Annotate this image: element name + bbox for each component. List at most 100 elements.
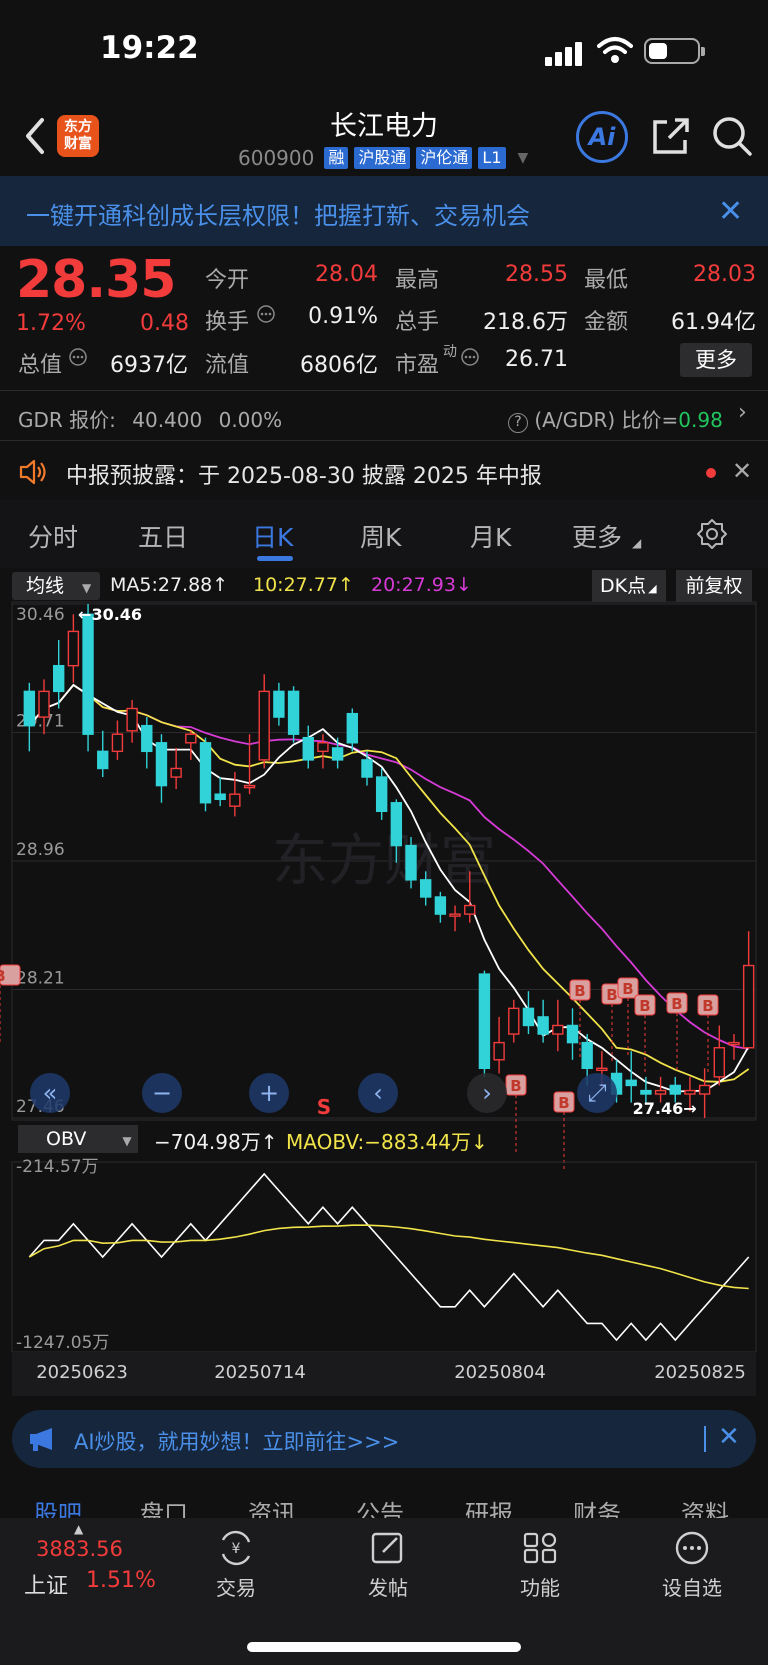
tab-weekly-k[interactable]: 周K [360, 518, 401, 554]
candle-body [199, 742, 212, 804]
obv-frame [11, 1161, 757, 1353]
gear-icon[interactable] [696, 518, 728, 550]
candle-body [537, 1016, 549, 1035]
pe-value: 26.71 [505, 347, 568, 372]
caret-up-icon[interactable]: ▲ [74, 1522, 83, 1536]
x-tick-label: 20250825 [654, 1362, 746, 1383]
ma10-label: 10:27.77↑ [253, 574, 354, 596]
index-change[interactable]: 1.51% [86, 1568, 156, 1593]
tab-daily-k[interactable]: 日K [252, 518, 293, 554]
candle-body [420, 879, 432, 898]
gdr-price: 40.400 [132, 408, 203, 432]
candle-body [23, 690, 36, 727]
zoom-in-icon-glyph: + [259, 1079, 279, 1107]
candle-body [214, 793, 226, 801]
candle-body [390, 802, 403, 847]
info-dots-icon[interactable] [68, 347, 88, 367]
gdr-ratio-value: 0.98 [678, 408, 723, 432]
unread-dot [706, 468, 716, 478]
caret-icon: ◢ [648, 582, 657, 595]
high-value: 28.55 [505, 262, 568, 287]
change-percent: 1.72% [16, 311, 86, 336]
candle-body [53, 664, 65, 693]
candle-body [464, 904, 476, 915]
dk-point-button[interactable]: DK点 ◢ [592, 570, 666, 602]
candle-body [82, 613, 94, 735]
nav-post[interactable]: 发帖 [338, 1522, 438, 1601]
notice-text[interactable]: 中报预披露：于 2025-08-30 披露 2025 年中报 [66, 458, 542, 490]
nav-add-watchlist[interactable]: 设自选 [642, 1522, 742, 1601]
y-tick-label: 30.46 [16, 605, 65, 625]
tab-intraday[interactable]: 分时 [28, 518, 78, 554]
gdr-label: GDR 报价: [18, 408, 116, 432]
candle-body [478, 973, 491, 1070]
buy-marker-text: B [702, 997, 713, 1015]
share-icon[interactable] [651, 116, 691, 156]
candle-body [698, 1084, 711, 1095]
adjust-button[interactable]: 前复权 [676, 570, 752, 602]
candle-body [405, 844, 417, 881]
candle-body [141, 724, 153, 753]
buy-marker-text: B [510, 1077, 521, 1095]
close-icon[interactable]: ✕ [732, 457, 752, 485]
low-label: 最低 [584, 268, 629, 293]
candle-body [317, 742, 329, 753]
gdr-row: GDR 报价: 40.400 0.00% [18, 404, 282, 433]
candle-body [684, 1089, 696, 1095]
active-tab-indicator [257, 556, 293, 561]
index-name[interactable]: 上证 [24, 1568, 68, 1600]
candle-body [522, 1007, 535, 1027]
tab-more[interactable]: 更多 [572, 518, 622, 554]
stock-code-row[interactable]: 600900 融 沪股通 沪伦通 L1 ▼ [238, 145, 528, 171]
candle-body [669, 1084, 681, 1095]
buy-marker-text: B [0, 967, 6, 985]
float-value: 6806亿 [300, 353, 378, 378]
divider [0, 440, 768, 441]
ai-button[interactable]: Ai [576, 111, 628, 163]
caret-down-icon[interactable]: ▼ [518, 150, 529, 166]
promo-text[interactable]: 一键开通科创成长层权限！把握打新、交易机会 [26, 196, 530, 231]
tag-margin: 融 [324, 147, 349, 169]
candle-body [229, 793, 241, 807]
turnover-value: 0.91% [308, 304, 378, 329]
home-indicator [247, 1642, 521, 1652]
y-tick-label: 28.21 [16, 969, 65, 989]
double-chevron-left-icon-glyph: « [43, 1079, 58, 1107]
candle-body [375, 776, 388, 813]
search-icon[interactable] [710, 114, 754, 158]
candle-body [67, 630, 80, 667]
ma5-label: MA5:27.88↑ [110, 574, 229, 596]
candle-body [728, 1041, 740, 1046]
candle-body [508, 1007, 520, 1035]
nav-trade[interactable]: ¥ 交易 [186, 1522, 286, 1601]
low-value: 28.03 [693, 262, 756, 287]
indicator-select[interactable]: OBV ▼ [18, 1125, 138, 1153]
close-icon[interactable]: ✕ [718, 194, 743, 229]
turnover-label: 换手 [205, 310, 250, 335]
index-value[interactable]: 3883.56 [36, 1537, 123, 1561]
ma-select[interactable]: 均线 ▼ [12, 572, 100, 600]
cellular-signal-icon [545, 38, 585, 66]
mktcap-value: 6937亿 [110, 353, 188, 378]
candle-body [126, 707, 138, 732]
chevron-right-icon[interactable]: › [738, 400, 747, 425]
tab-monthly-k[interactable]: 月K [470, 518, 511, 554]
info-dots-icon[interactable] [460, 347, 480, 367]
volume-value: 218.6万 [483, 310, 568, 335]
kline-chart[interactable]: 30.4629.7128.9628.2127.46东方财富←30.4627.46… [0, 566, 768, 1402]
ai-banner-text[interactable]: AI炒股，就用妙想！立即前往>>> [74, 1426, 399, 1456]
candle-body [713, 1047, 725, 1078]
tab-five-day[interactable]: 五日 [138, 518, 188, 554]
close-icon[interactable]: ✕ [718, 1422, 740, 1452]
tag-sh-london: 沪伦通 [416, 147, 473, 169]
help-icon[interactable]: ? [508, 413, 528, 433]
more-button[interactable]: 更多 [680, 343, 752, 377]
obv-line [28, 1172, 750, 1342]
info-dots-icon[interactable] [256, 304, 276, 324]
divider [704, 1426, 706, 1452]
zoom-out-icon-glyph: − [152, 1079, 172, 1107]
amount-value: 61.94亿 [671, 310, 756, 335]
caret-down-icon: ▼ [122, 1134, 132, 1148]
gdr-ratio-row[interactable]: ? (A/GDR) 比价=0.98 [508, 404, 723, 433]
nav-functions[interactable]: 功能 [490, 1522, 590, 1601]
